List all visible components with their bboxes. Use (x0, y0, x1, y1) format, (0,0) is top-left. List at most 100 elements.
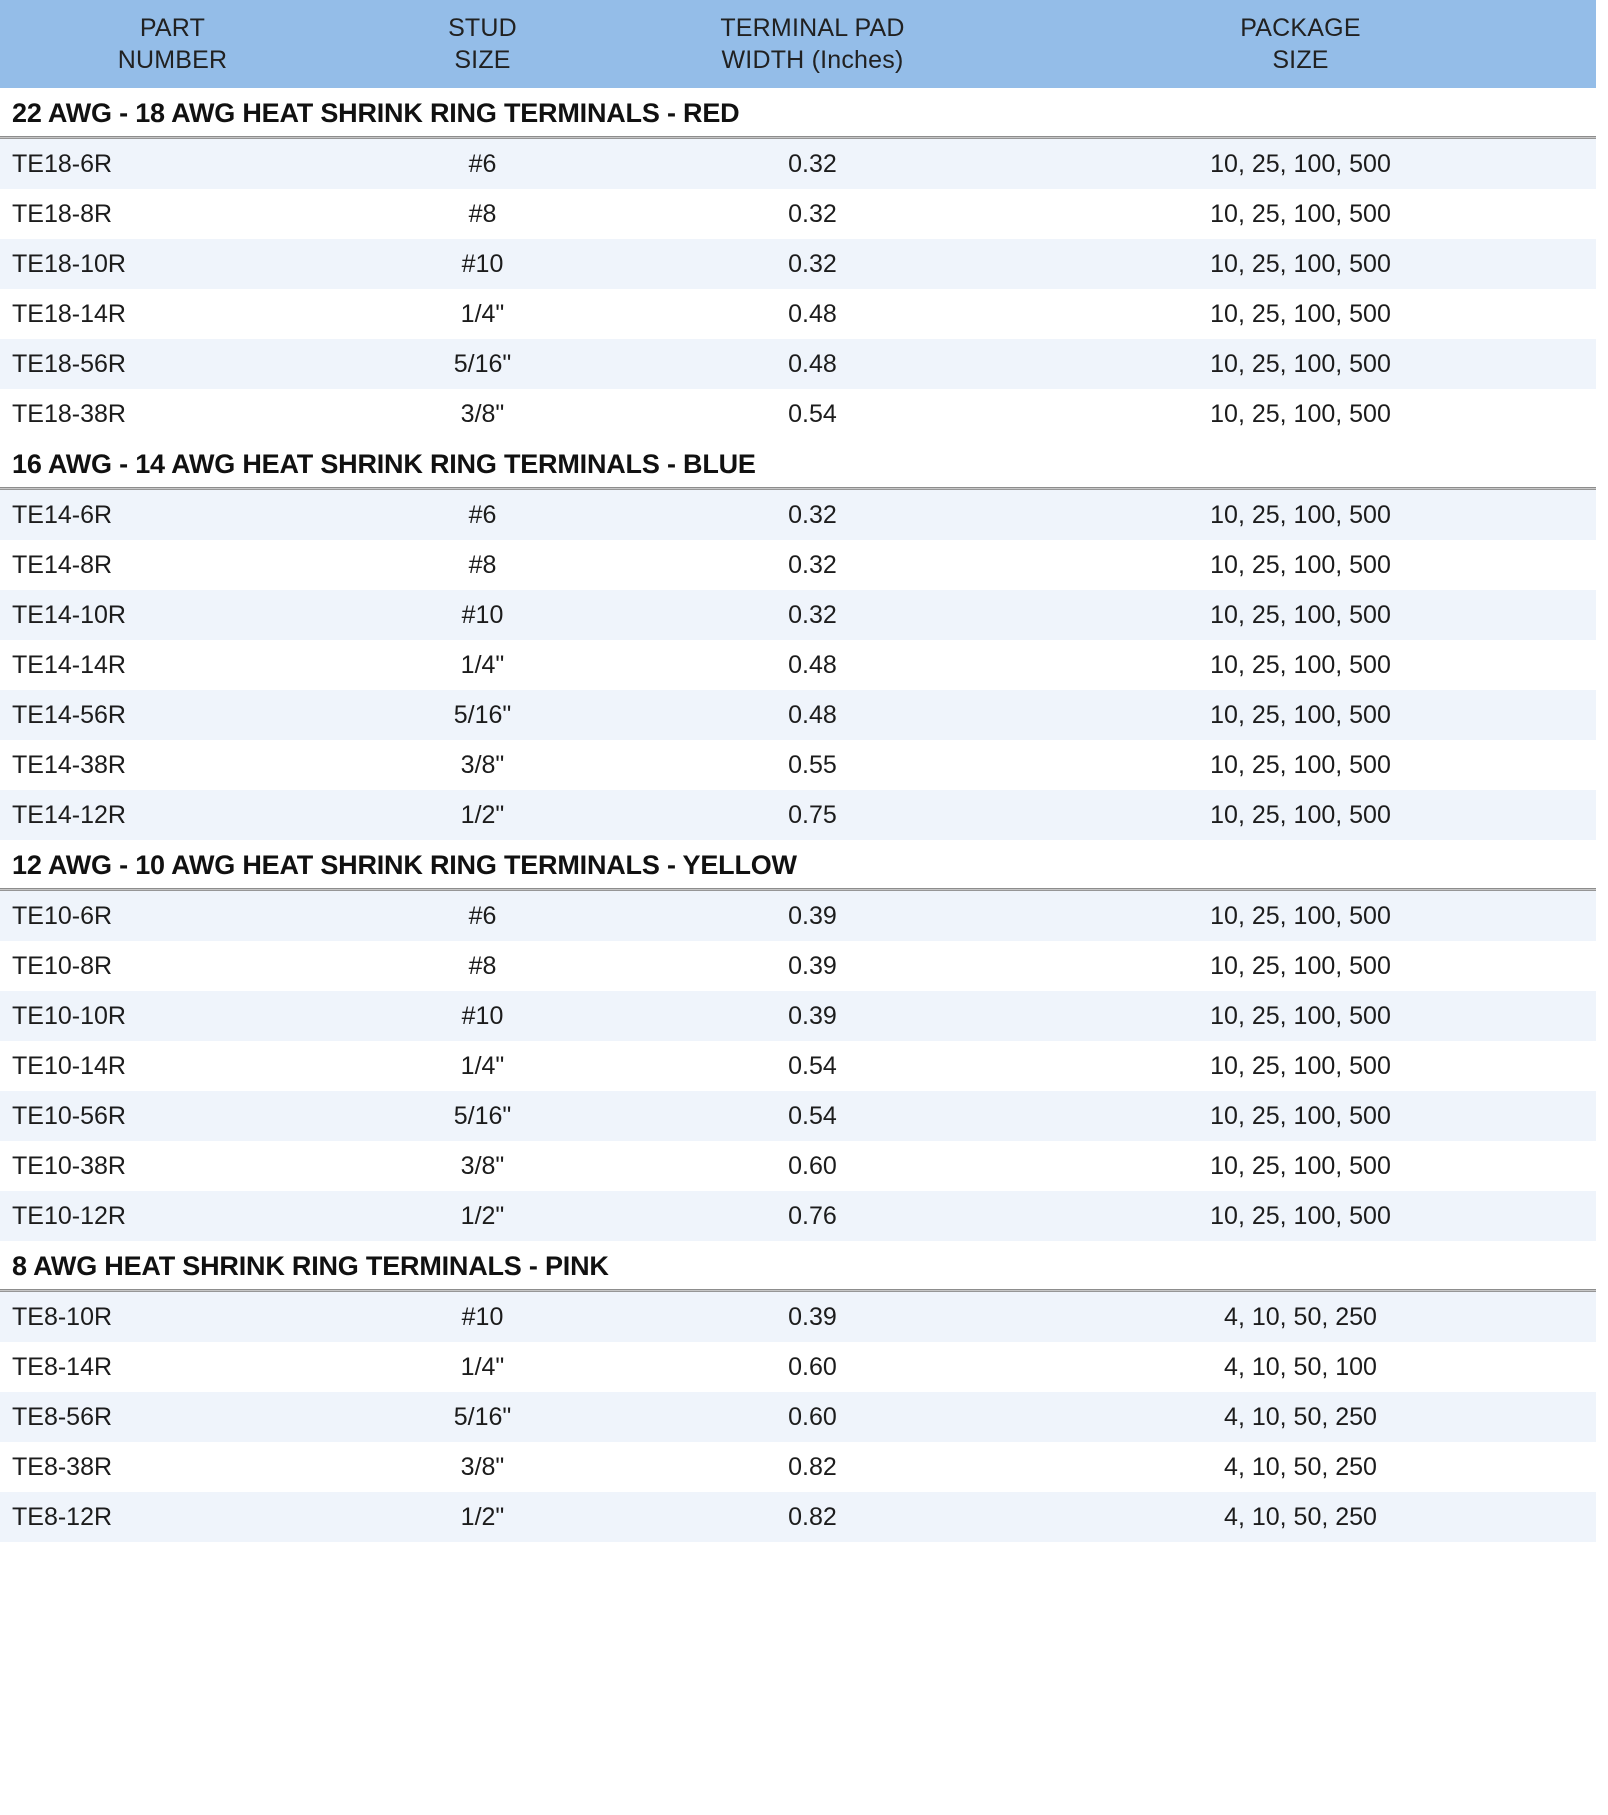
row-cell-part-number: TE10-56R (12, 1101, 126, 1130)
row-cell-part-number: TE18-56R (12, 349, 126, 378)
table-row[interactable]: TE10-8R #8 0.39 10, 25, 100, 500 (0, 941, 1596, 991)
row-cell-stud-size: #6 (468, 500, 497, 529)
row-cell-stud-size: 3/8" (460, 750, 505, 779)
row-cell-package-size: 10, 25, 100, 500 (1210, 1101, 1391, 1130)
table-row[interactable]: TE14-56R 5/16" 0.48 10, 25, 100, 500 (0, 690, 1596, 740)
table-row[interactable]: TE14-38R 3/8" 0.55 10, 25, 100, 500 (0, 740, 1596, 790)
row-cell-package-size: 10, 25, 100, 500 (1210, 550, 1391, 579)
table-row[interactable]: TE14-10R #10 0.32 10, 25, 100, 500 (0, 590, 1596, 640)
row-cell-part-number: TE10-8R (12, 951, 113, 980)
row-cell-stud-size: #8 (468, 199, 497, 228)
row-cell-part-number: TE8-56R (12, 1402, 113, 1431)
row-cell-part-number: TE14-8R (12, 550, 113, 579)
table-row[interactable]: TE10-6R #6 0.39 10, 25, 100, 500 (0, 891, 1596, 941)
row-cell-stud-size: 3/8" (460, 1452, 505, 1481)
column-header-terminal-pad-width: TERMINAL PAD WIDTH (Inches) (620, 12, 1005, 76)
row-cell-part-number: TE14-10R (12, 600, 126, 629)
table-row[interactable]: TE8-10R #10 0.39 4, 10, 50, 250 (0, 1292, 1596, 1342)
table-row[interactable]: TE18-14R 1/4" 0.48 10, 25, 100, 500 (0, 289, 1596, 339)
terminals-spec-table: PART NUMBER STUD SIZE TERMINAL PAD WIDTH… (0, 0, 1608, 1815)
row-cell-terminal-pad-width: 0.75 (788, 800, 837, 829)
row-cell-package-size: 10, 25, 100, 500 (1210, 1001, 1391, 1030)
row-cell-package-size: 10, 25, 100, 500 (1210, 349, 1391, 378)
row-cell-part-number: TE10-6R (12, 901, 113, 930)
row-cell-stud-size: 5/16" (453, 349, 512, 378)
table-row[interactable]: TE14-14R 1/4" 0.48 10, 25, 100, 500 (0, 640, 1596, 690)
row-cell-stud-size: #10 (461, 249, 504, 278)
row-cell-part-number: TE8-12R (12, 1502, 113, 1531)
table-row[interactable]: TE14-6R #6 0.32 10, 25, 100, 500 (0, 490, 1596, 540)
column-header-line2: SIZE (454, 46, 511, 74)
row-cell-package-size: 10, 25, 100, 500 (1210, 149, 1391, 178)
row-cell-part-number: TE14-6R (12, 500, 113, 529)
row-cell-package-size: 10, 25, 100, 500 (1210, 901, 1391, 930)
row-cell-stud-size: 5/16" (453, 1402, 512, 1431)
table-row[interactable]: TE10-56R 5/16" 0.54 10, 25, 100, 500 (0, 1091, 1596, 1141)
row-cell-terminal-pad-width: 0.82 (788, 1452, 837, 1481)
row-cell-terminal-pad-width: 0.32 (788, 600, 837, 629)
row-cell-part-number: TE8-14R (12, 1352, 113, 1381)
column-header-line1: PART (139, 14, 206, 42)
row-cell-package-size: 10, 25, 100, 500 (1210, 750, 1391, 779)
table-row[interactable]: TE18-6R #6 0.32 10, 25, 100, 500 (0, 139, 1596, 189)
row-cell-package-size: 4, 10, 50, 250 (1224, 1452, 1377, 1481)
table-row[interactable]: TE10-38R 3/8" 0.60 10, 25, 100, 500 (0, 1141, 1596, 1191)
row-cell-terminal-pad-width: 0.60 (788, 1151, 837, 1180)
row-cell-stud-size: 3/8" (460, 1151, 505, 1180)
row-cell-terminal-pad-width: 0.39 (788, 1302, 837, 1331)
table-section: 16 AWG - 14 AWG HEAT SHRINK RING TERMINA… (0, 439, 1608, 840)
row-cell-package-size: 10, 25, 100, 500 (1210, 1151, 1391, 1180)
table-row[interactable]: TE14-8R #8 0.32 10, 25, 100, 500 (0, 540, 1596, 590)
row-cell-part-number: TE18-8R (12, 199, 113, 228)
table-row[interactable]: TE18-56R 5/16" 0.48 10, 25, 100, 500 (0, 339, 1596, 389)
row-cell-stud-size: 5/16" (453, 700, 512, 729)
table-column-header: PART NUMBER STUD SIZE TERMINAL PAD WIDTH… (0, 0, 1596, 88)
column-header-line2: WIDTH (Inches) (721, 46, 904, 74)
column-header-stud-size: STUD SIZE (345, 12, 620, 76)
row-cell-stud-size: 1/4" (460, 299, 505, 328)
table-row[interactable]: TE10-14R 1/4" 0.54 10, 25, 100, 500 (0, 1041, 1596, 1091)
table-row[interactable]: TE10-12R 1/2" 0.76 10, 25, 100, 500 (0, 1191, 1596, 1241)
row-cell-part-number: TE14-56R (12, 700, 126, 729)
row-cell-terminal-pad-width: 0.60 (788, 1352, 837, 1381)
row-cell-terminal-pad-width: 0.48 (788, 650, 837, 679)
row-cell-stud-size: #10 (461, 1001, 504, 1030)
row-cell-part-number: TE14-14R (12, 650, 126, 679)
row-cell-package-size: 10, 25, 100, 500 (1210, 800, 1391, 829)
table-row[interactable]: TE10-10R #10 0.39 10, 25, 100, 500 (0, 991, 1596, 1041)
row-cell-terminal-pad-width: 0.55 (788, 750, 837, 779)
row-cell-part-number: TE14-12R (12, 800, 126, 829)
section-title: 12 AWG - 10 AWG HEAT SHRINK RING TERMINA… (0, 840, 1608, 888)
row-cell-stud-size: 1/2" (460, 1502, 505, 1531)
row-cell-terminal-pad-width: 0.54 (788, 1051, 837, 1080)
row-cell-package-size: 10, 25, 100, 500 (1210, 199, 1391, 228)
row-cell-terminal-pad-width: 0.32 (788, 550, 837, 579)
row-cell-stud-size: #10 (461, 1302, 504, 1331)
table-row[interactable]: TE18-38R 3/8" 0.54 10, 25, 100, 500 (0, 389, 1596, 439)
row-cell-package-size: 10, 25, 100, 500 (1210, 399, 1391, 428)
table-row[interactable]: TE8-12R 1/2" 0.82 4, 10, 50, 250 (0, 1492, 1596, 1542)
row-cell-package-size: 10, 25, 100, 500 (1210, 1051, 1391, 1080)
table-row[interactable]: TE14-12R 1/2" 0.75 10, 25, 100, 500 (0, 790, 1596, 840)
section-title: 16 AWG - 14 AWG HEAT SHRINK RING TERMINA… (0, 439, 1608, 487)
row-cell-package-size: 10, 25, 100, 500 (1210, 500, 1391, 529)
row-cell-package-size: 4, 10, 50, 250 (1224, 1402, 1377, 1431)
table-body: 22 AWG - 18 AWG HEAT SHRINK RING TERMINA… (0, 88, 1608, 1542)
row-cell-terminal-pad-width: 0.54 (788, 399, 837, 428)
table-row[interactable]: TE8-38R 3/8" 0.82 4, 10, 50, 250 (0, 1442, 1596, 1492)
table-row[interactable]: TE8-14R 1/4" 0.60 4, 10, 50, 100 (0, 1342, 1596, 1392)
table-row[interactable]: TE18-10R #10 0.32 10, 25, 100, 500 (0, 239, 1596, 289)
table-row[interactable]: TE8-56R 5/16" 0.60 4, 10, 50, 250 (0, 1392, 1596, 1442)
row-cell-part-number: TE10-38R (12, 1151, 126, 1180)
row-cell-stud-size: 3/8" (460, 399, 505, 428)
row-cell-terminal-pad-width: 0.48 (788, 299, 837, 328)
table-section: 12 AWG - 10 AWG HEAT SHRINK RING TERMINA… (0, 840, 1608, 1241)
row-cell-part-number: TE18-38R (12, 399, 126, 428)
table-row[interactable]: TE18-8R #8 0.32 10, 25, 100, 500 (0, 189, 1596, 239)
row-cell-package-size: 10, 25, 100, 500 (1210, 951, 1391, 980)
table-section: 8 AWG HEAT SHRINK RING TERMINALS - PINK T… (0, 1241, 1608, 1542)
row-cell-package-size: 10, 25, 100, 500 (1210, 299, 1391, 328)
row-cell-terminal-pad-width: 0.60 (788, 1402, 837, 1431)
row-cell-stud-size: 1/4" (460, 650, 505, 679)
row-cell-stud-size: #6 (468, 901, 497, 930)
